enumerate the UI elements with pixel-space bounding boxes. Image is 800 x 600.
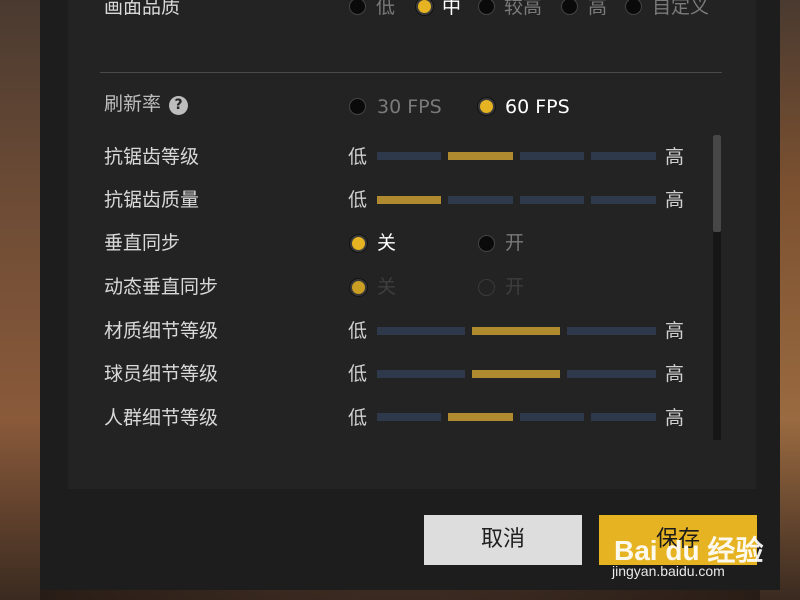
save-button[interactable]: 保存 xyxy=(599,515,757,565)
graphics-quality-option-custom[interactable]: 自定义 xyxy=(652,0,709,19)
dynamic-vsync-option-on: 开 xyxy=(505,276,525,298)
antialias-level-segment-3[interactable] xyxy=(520,152,584,160)
material-detail-segment-3[interactable] xyxy=(567,327,656,335)
vsync-option-off[interactable]: 关 xyxy=(377,231,396,255)
crowd-detail-segment-3[interactable] xyxy=(520,413,584,421)
antialias-quality-label: 抗锯齿质量 xyxy=(104,189,200,211)
crowd-detail-high-label: 高 xyxy=(665,407,685,429)
player-detail-segment-2[interactable] xyxy=(472,370,560,378)
refresh-rate-option-60[interactable]: 60 FPS xyxy=(505,95,570,119)
graphics-quality-option-medium[interactable]: 中 xyxy=(442,0,461,19)
refresh-rate-label: 刷新率 xyxy=(104,93,162,115)
player-detail-low-label: 低 xyxy=(348,363,368,385)
material-detail-label: 材质细节等级 xyxy=(104,320,219,342)
refresh-rate-option-30[interactable]: 30 FPS xyxy=(377,95,442,119)
graphics-quality-option-high[interactable]: 高 xyxy=(588,0,607,19)
antialias-level-low-label: 低 xyxy=(348,146,368,168)
material-detail-segment-1[interactable] xyxy=(377,327,465,335)
vsync-label: 垂直同步 xyxy=(104,232,181,254)
vsync-option-on[interactable]: 开 xyxy=(505,231,524,255)
crowd-detail-segment-2[interactable] xyxy=(448,413,513,421)
antialias-level-segment-4[interactable] xyxy=(591,152,656,160)
material-detail-high-label: 高 xyxy=(665,320,685,342)
crowd-detail-label: 人群细节等级 xyxy=(104,407,219,429)
dynamic-vsync-radio-off xyxy=(350,279,367,296)
crowd-detail-low-label: 低 xyxy=(348,407,368,429)
antialias-level-high-label: 高 xyxy=(665,146,685,168)
vsync-radio-on[interactable] xyxy=(478,235,495,252)
graphics-quality-option-low[interactable]: 低 xyxy=(376,0,395,19)
player-detail-segment-3[interactable] xyxy=(567,370,656,378)
section-divider xyxy=(100,72,722,73)
player-detail-high-label: 高 xyxy=(665,363,685,385)
scrollbar-thumb[interactable] xyxy=(713,135,721,232)
antialias-level-segment-1[interactable] xyxy=(377,152,441,160)
graphics-quality-label: 画面品质 xyxy=(104,0,181,18)
antialias-level-segment-2[interactable] xyxy=(448,152,513,160)
refresh-rate-label-row: 刷新率? xyxy=(104,92,189,116)
player-detail-segment-1[interactable] xyxy=(377,370,465,378)
antialias-quality-segment-2[interactable] xyxy=(448,196,513,204)
dynamic-vsync-option-off: 关 xyxy=(377,276,397,298)
crowd-detail-segment-1[interactable] xyxy=(377,413,441,421)
dynamic-vsync-label: 动态垂直同步 xyxy=(104,276,219,298)
antialias-level-label: 抗锯齿等级 xyxy=(104,146,200,168)
dynamic-vsync-radio-on xyxy=(478,279,495,296)
antialias-quality-segment-3[interactable] xyxy=(520,196,584,204)
antialias-quality-low-label: 低 xyxy=(348,189,368,211)
graphics-quality-option-higher[interactable]: 较高 xyxy=(504,0,542,19)
crowd-detail-segment-4[interactable] xyxy=(591,413,656,421)
material-detail-low-label: 低 xyxy=(348,320,368,342)
material-detail-segment-2[interactable] xyxy=(472,327,560,335)
refresh-rate-radio-60[interactable] xyxy=(478,98,495,115)
antialias-quality-high-label: 高 xyxy=(665,189,685,211)
refresh-rate-radio-30[interactable] xyxy=(349,98,366,115)
player-detail-label: 球员细节等级 xyxy=(104,363,219,385)
antialias-quality-segment-1[interactable] xyxy=(377,196,441,204)
antialias-quality-segment-4[interactable] xyxy=(591,196,656,204)
background-left xyxy=(0,0,40,600)
cancel-button[interactable]: 取消 xyxy=(424,515,582,565)
help-icon[interactable]: ? xyxy=(169,96,189,115)
vsync-radio-off[interactable] xyxy=(350,235,367,252)
